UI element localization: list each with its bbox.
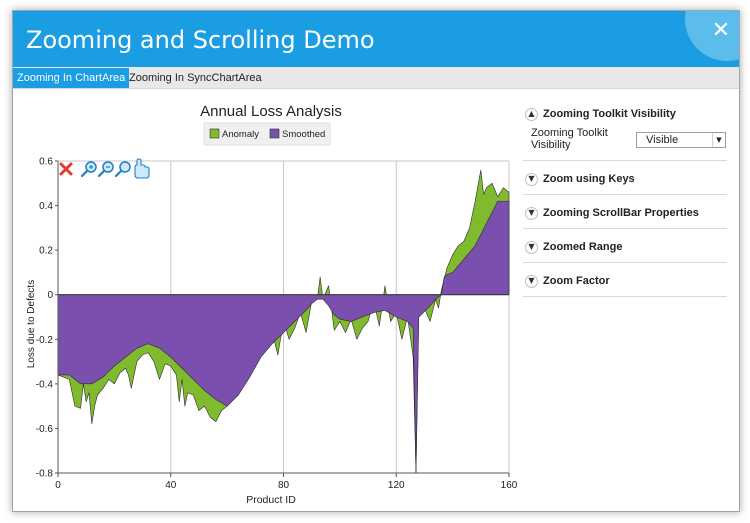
legend-label-smoothed: Smoothed [282,129,325,140]
x-tick-label: 40 [165,480,177,491]
tab-strip: Zooming In ChartArea Zooming In SyncChar… [13,67,739,89]
y-tick-label: -0.8 [36,469,54,480]
section-header-zoom-factor[interactable]: ▼ Zoom Factor [525,272,610,290]
y-tick-label: -0.4 [36,379,54,390]
section-title: Zooming Toolkit Visibility [543,108,676,120]
section-title: Zoom using Keys [543,173,635,185]
x-axis-title: Product ID [246,494,296,506]
y-tick-label: 0.6 [39,157,53,168]
section-title: Zoom Factor [543,275,610,287]
section-zooming-scrollbar-properties: ▼ Zooming ScrollBar Properties [523,195,727,229]
zooming-toolkit-visibility-label: Zooming Toolkit Visibility [531,127,608,151]
chart-title: Annual Loss Analysis [200,103,342,120]
window-title: Zooming and Scrolling Demo [26,26,375,54]
zoom-out-icon[interactable] [97,161,114,178]
section-title: Zoomed Range [543,241,623,253]
legend-swatch-smoothed [269,128,280,139]
x-tick-label: 120 [388,480,405,491]
section-header-zoom-using-keys[interactable]: ▼ Zoom using Keys [525,170,635,188]
zooming-toolkit-visibility-dropdown[interactable]: Visible ▼ [636,132,726,148]
section-header-zoomed-range[interactable]: ▼ Zoomed Range [525,238,622,256]
y-axis-title: Loss due to Defects [26,280,37,368]
x-tick-label: 160 [501,480,518,491]
reset-zoom-icon[interactable] [59,162,73,176]
chevron-down-icon: ▼ [525,172,538,186]
tab-zooming-in-syncchartarea[interactable]: Zooming In SyncChartArea [125,68,266,88]
zoom-fit-icon[interactable] [114,161,131,178]
y-tick-label: 0.2 [39,246,53,257]
section-header-zooming-toolkit-visibility[interactable]: ▲ Zooming Toolkit Visibility [525,105,676,123]
legend-label-anomaly: Anomaly [222,129,259,140]
legend-swatch-anomaly [209,128,220,139]
section-zoom-using-keys: ▼ Zoom using Keys [523,161,727,195]
title-bar: Zooming and Scrolling Demo ✕ [13,11,739,67]
section-zoom-factor: ▼ Zoom Factor [523,263,727,297]
zoom-in-icon[interactable] [80,161,97,178]
dropdown-value: Visible [646,134,679,146]
demo-window: Zooming and Scrolling Demo ✕ Zooming In … [12,10,740,512]
close-button[interactable]: ✕ [707,17,735,45]
zoom-toolkit [59,158,150,179]
section-title: Zooming ScrollBar Properties [543,207,699,219]
loss-chart[interactable]: Annual Loss Analysis Anomaly Smoothed 0 4… [13,89,518,512]
chart-legend: Anomaly Smoothed [203,122,331,146]
section-zooming-toolkit-visibility: ▲ Zooming Toolkit Visibility Zooming Too… [523,96,727,161]
chevron-up-icon: ▲ [525,107,538,121]
x-tick-label: 0 [55,480,61,491]
x-tick-label: 80 [278,480,290,491]
chevron-down-icon: ▼ [525,274,538,288]
properties-panel: ▲ Zooming Toolkit Visibility Zooming Too… [523,96,727,297]
chevron-down-icon: ▼ [525,240,538,254]
section-zoomed-range: ▼ Zoomed Range [523,229,727,263]
y-tick-label: 0.4 [39,201,53,212]
y-tick-label: 0 [47,290,53,301]
tab-zooming-in-chartarea[interactable]: Zooming In ChartArea [13,68,130,88]
chevron-down-icon: ▼ [525,206,538,220]
y-tick-label: -0.6 [36,424,54,435]
section-header-zooming-scrollbar-properties[interactable]: ▼ Zooming ScrollBar Properties [525,204,699,222]
pan-hand-icon[interactable] [134,158,150,179]
y-tick-label: -0.2 [36,335,54,346]
chevron-down-icon: ▼ [712,133,725,147]
